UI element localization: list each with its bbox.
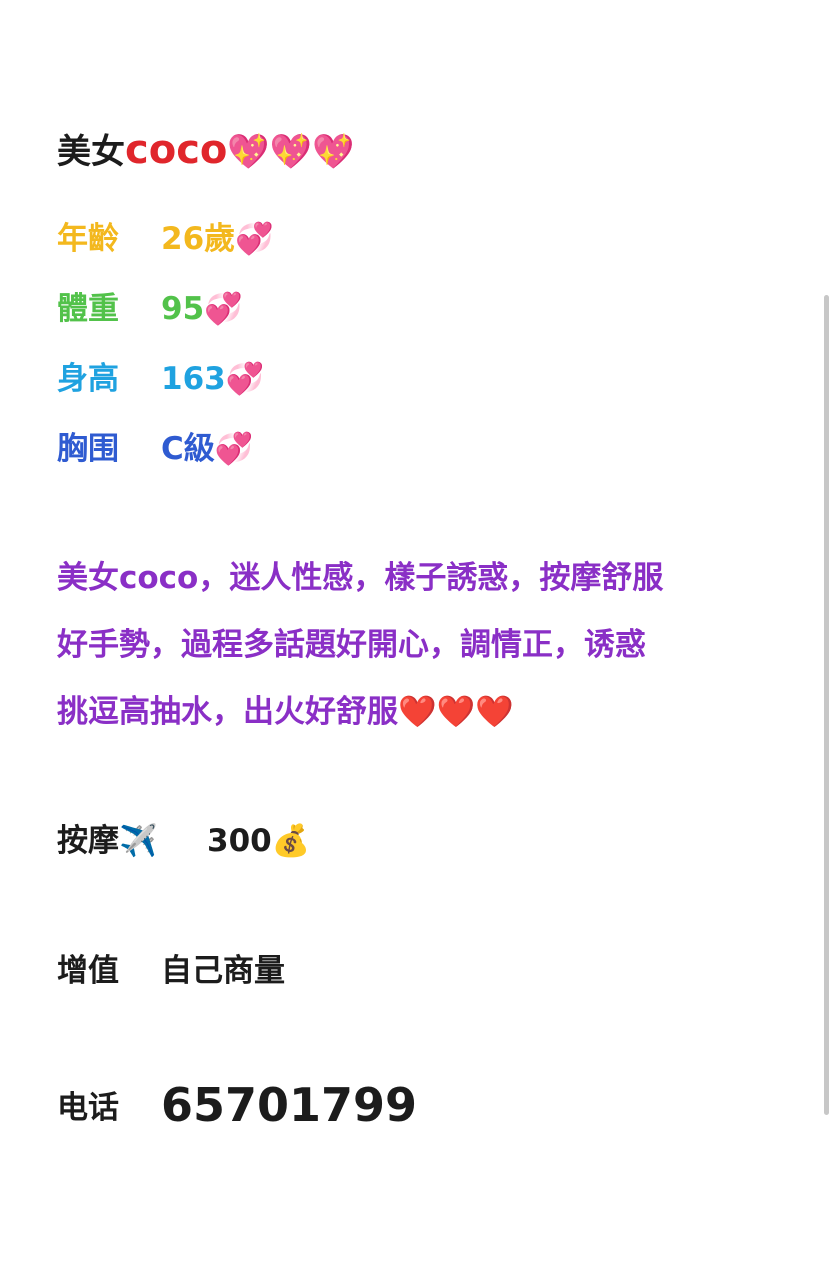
- addon-row: 增值 自己商量: [57, 945, 285, 990]
- listing-page: 美女coco💖💖💖 年齡 26歲💞 體重 95💞 身高 163💞 胸围 C級💞 美女co…: [0, 0, 832, 1280]
- two-hearts-icon: 💞: [225, 361, 265, 397]
- weight-label: 體重: [57, 291, 119, 327]
- two-hearts-icon: 💞: [214, 431, 254, 467]
- height-label: 身高: [57, 361, 119, 397]
- sparkling-hearts-icon: 💖💖💖: [227, 132, 355, 172]
- phone-label: 电话: [57, 1090, 119, 1126]
- phone-row: 电话 65701799: [57, 1075, 417, 1132]
- chest-label: 胸围: [57, 431, 119, 467]
- scrollbar[interactable]: [824, 295, 829, 1115]
- age-label: 年齡: [57, 221, 119, 257]
- weight-row: 體重 95💞: [57, 283, 243, 328]
- description-line-1: 美女coco，迷人性感，樣子誘惑，按摩舒服: [57, 560, 664, 596]
- addon-value: 自己商量: [161, 953, 285, 989]
- description-line-3-text: 挑逗高抽水，出火好舒服: [57, 694, 398, 730]
- chest-row: 胸围 C級💞: [57, 423, 253, 468]
- red-hearts-icon: ❤️❤️❤️: [398, 694, 514, 730]
- title-name: coco: [125, 127, 228, 173]
- height-value: 163: [161, 361, 226, 397]
- phone-number[interactable]: 65701799: [161, 1078, 417, 1132]
- description: 美女coco，迷人性感，樣子誘惑，按摩舒服 好手勢，過程多話題好開心，調情正，诱…: [57, 545, 777, 746]
- description-line-2: 好手勢，過程多話題好開心，調情正，诱惑: [57, 627, 646, 663]
- massage-label: 按摩✈️: [57, 823, 158, 859]
- two-hearts-icon: 💞: [204, 291, 243, 327]
- age-row: 年齡 26歲💞: [57, 213, 274, 258]
- massage-price: 300: [207, 823, 272, 859]
- money-bag-icon: 💰: [271, 823, 311, 859]
- two-hearts-icon: 💞: [235, 221, 274, 257]
- title: 美女coco💖💖💖: [57, 124, 354, 173]
- description-line-3: 挑逗高抽水，出火好舒服❤️❤️❤️: [57, 679, 777, 746]
- age-value: 26歲: [161, 221, 236, 257]
- chest-value: C級: [161, 431, 215, 467]
- weight-value: 95: [161, 291, 205, 327]
- height-row: 身高 163💞: [57, 353, 264, 398]
- massage-row: 按摩✈️ 300💰: [57, 815, 310, 860]
- title-prefix: 美女: [57, 132, 125, 172]
- addon-label: 增值: [57, 953, 119, 989]
